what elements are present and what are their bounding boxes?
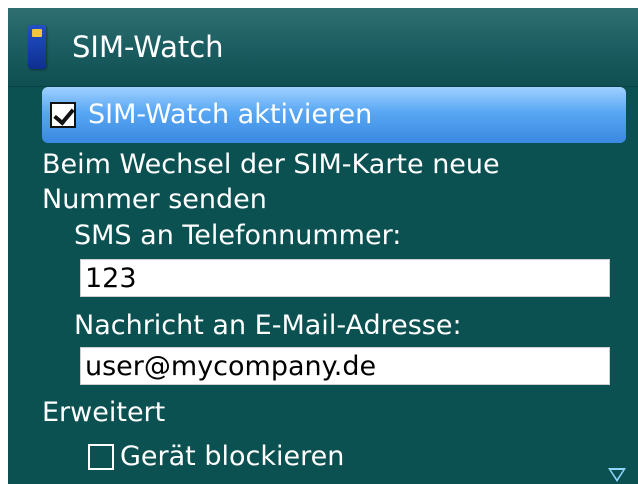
block-device-option[interactable]: Gerät blockieren xyxy=(88,437,408,477)
app-title: SIM-Watch xyxy=(72,30,224,64)
settings-list: SIM-Watch aktivieren Beim Wechsel der SI… xyxy=(8,87,638,484)
block-device-checkbox[interactable] xyxy=(88,444,114,470)
send-number-label-line2: Nummer senden xyxy=(42,184,267,215)
activate-option[interactable]: SIM-Watch aktivieren xyxy=(42,87,626,143)
activate-label: SIM-Watch aktivieren xyxy=(88,99,373,130)
scroll-down-arrow-icon xyxy=(608,468,626,482)
block-device-label: Gerät blockieren xyxy=(120,441,345,472)
sms-phone-input[interactable] xyxy=(80,259,610,297)
title-bar: SIM-Watch xyxy=(8,8,638,87)
send-number-label-line1: Beim Wechsel der SIM-Karte neue xyxy=(42,149,500,180)
sim-card-icon xyxy=(28,25,46,69)
email-input[interactable] xyxy=(80,347,610,385)
email-label: Nachricht an E-Mail-Adresse: xyxy=(74,310,462,341)
screen: SIM-Watch SIM-Watch aktivieren Beim Wech… xyxy=(8,8,638,484)
sms-label: SMS an Telefonnummer: xyxy=(74,220,402,251)
advanced-section-label: Erweitert xyxy=(42,397,166,428)
activate-checkbox[interactable] xyxy=(50,102,76,128)
